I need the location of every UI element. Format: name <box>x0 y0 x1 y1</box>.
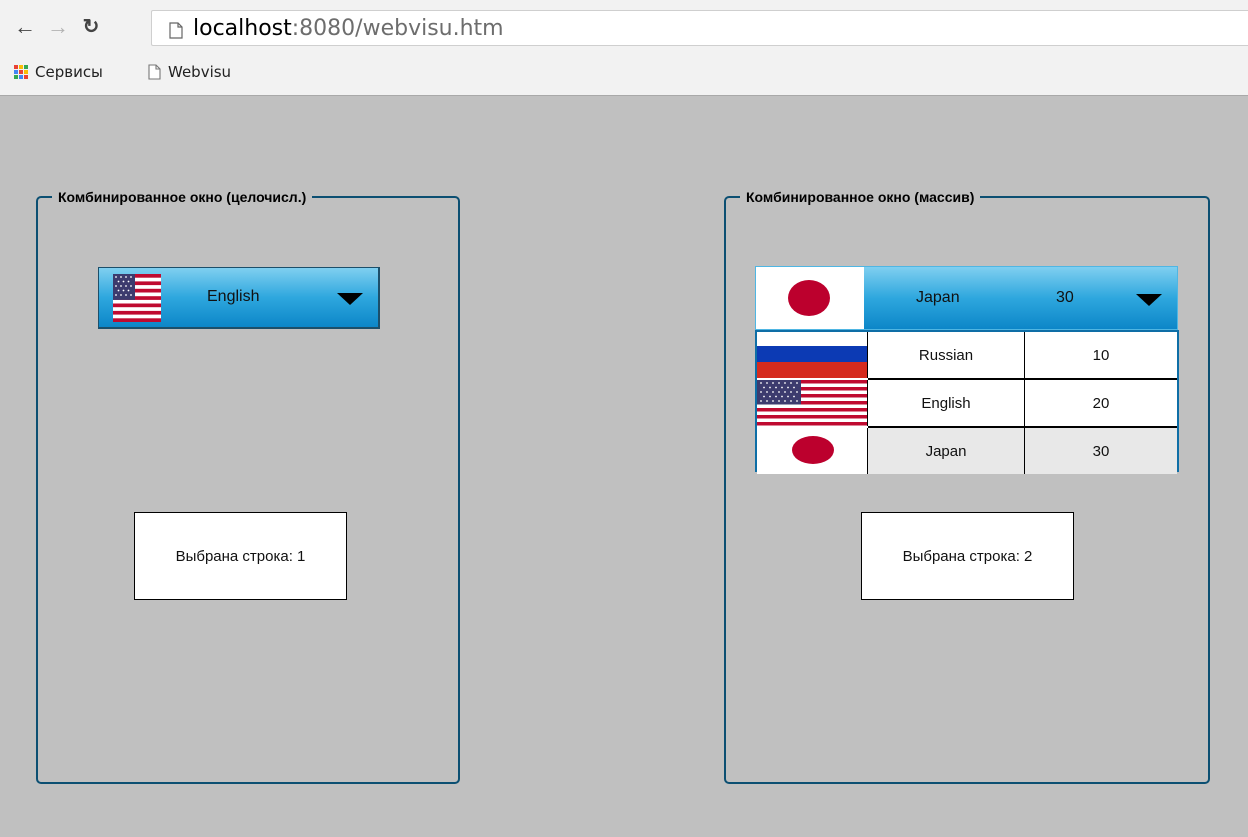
chevron-down-icon[interactable] <box>1136 294 1162 306</box>
reload-icon[interactable]: ↻ <box>78 14 104 40</box>
bookmark-label: Сервисы <box>35 63 103 81</box>
combo-box-integer[interactable]: English <box>98 267 380 329</box>
us-flag-icon <box>757 380 867 426</box>
selected-row-status: Выбрана строка: 1 <box>134 512 347 600</box>
combo-box-array[interactable]: Japan 30 <box>755 266 1178 330</box>
russia-flag-icon <box>757 332 867 378</box>
option-label: Japan <box>868 428 1025 474</box>
combo-dropdown-list: Russian 10 English 20 Japan 30 <box>755 330 1179 474</box>
page-icon <box>148 64 161 80</box>
chevron-down-icon[interactable] <box>337 293 363 305</box>
flag-cell <box>757 428 868 474</box>
option-value: 10 <box>1092 346 1110 364</box>
combo-selected-label: Japan <box>916 289 960 306</box>
dropdown-option-japan[interactable]: Japan 30 <box>757 428 1177 474</box>
option-value: 20 <box>1092 394 1110 412</box>
selected-row-status: Выбрана строка: 2 <box>861 512 1074 600</box>
flag-cell <box>757 332 868 378</box>
bookmark-label: Webvisu <box>168 63 232 81</box>
bookmark-webvisu[interactable]: Webvisu <box>148 62 231 82</box>
japan-flag-icon <box>757 428 867 472</box>
address-bar[interactable]: localhost:8080/webvisu.htm <box>151 10 1248 46</box>
option-label: Russian <box>868 332 1025 378</box>
apps-grid-icon <box>14 65 28 79</box>
bookmark-services[interactable]: Сервисы <box>14 62 103 82</box>
url-path: :8080/webvisu.htm <box>291 16 504 41</box>
group-title: Комбинированное окно (целочисл.) <box>52 188 313 206</box>
option-label: English <box>868 380 1025 426</box>
forward-arrow-icon[interactable]: → <box>45 14 71 40</box>
combo-selected-value: 30 <box>1056 289 1074 306</box>
option-value: 30 <box>1025 428 1177 474</box>
dropdown-option-russian[interactable]: Russian 10 <box>757 332 1177 378</box>
url-host: localhost <box>193 16 292 41</box>
url-text[interactable]: localhost:8080/webvisu.htm <box>193 16 504 41</box>
flag-cell <box>757 380 868 426</box>
us-flag-icon <box>113 274 161 322</box>
dropdown-option-english[interactable]: English 20 <box>757 380 1177 426</box>
group-title: Комбинированное окно (массив) <box>740 188 981 206</box>
combo-selected-label: English <box>207 288 260 305</box>
browser-toolbar: ← → ↻ localhost:8080/webvisu.htm Сервисы… <box>0 0 1248 96</box>
back-arrow-icon[interactable]: ← <box>12 14 38 40</box>
page-icon <box>169 22 183 39</box>
japan-flag-icon <box>756 267 864 329</box>
